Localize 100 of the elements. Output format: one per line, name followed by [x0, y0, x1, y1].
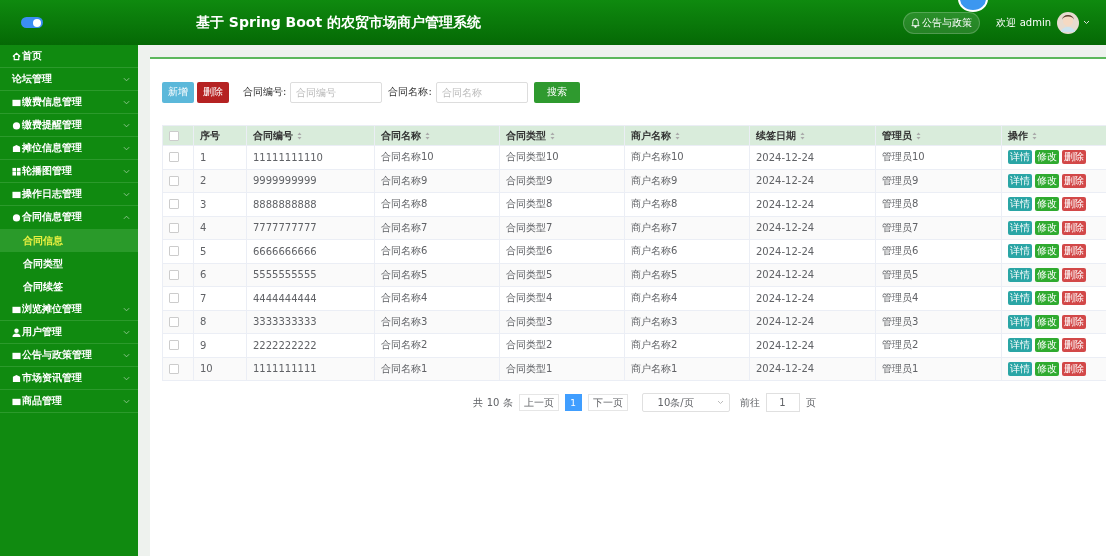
sort-icon[interactable]	[425, 131, 430, 140]
chevron-icon	[123, 145, 130, 151]
table-cell: 3333333333	[253, 316, 317, 328]
edit-button[interactable]: 修改	[1035, 267, 1059, 282]
table-cell: 商户名称4	[631, 292, 678, 304]
detail-button[interactable]: 详情	[1008, 220, 1032, 235]
sort-icon[interactable]	[800, 131, 805, 140]
sort-icon[interactable]	[1032, 131, 1037, 140]
column-header: 序号	[200, 128, 220, 143]
detail-button[interactable]: 详情	[1008, 267, 1032, 282]
checkbox[interactable]	[169, 363, 179, 374]
checkbox[interactable]	[169, 175, 179, 186]
sort-icon[interactable]	[297, 131, 302, 140]
menu-item[interactable]: 浏览摊位管理	[0, 298, 138, 321]
delete-button[interactable]: 删除	[197, 81, 229, 103]
avatar-icon[interactable]	[1057, 11, 1079, 34]
detail-button[interactable]: 详情	[1008, 338, 1032, 353]
column-header: 操作	[1008, 128, 1028, 143]
checkbox[interactable]	[169, 316, 179, 327]
edit-button[interactable]: 修改	[1035, 244, 1059, 259]
folder-icon	[12, 304, 21, 314]
edit-button[interactable]: 修改	[1035, 361, 1059, 376]
goto-label: 前往	[739, 395, 760, 410]
sort-icon[interactable]	[550, 131, 555, 140]
delete-button[interactable]: 删除	[1062, 291, 1086, 306]
menu-item[interactable]: 首页	[0, 45, 138, 68]
checkbox[interactable]	[169, 222, 179, 233]
next-page-button[interactable]: 下一页	[587, 394, 628, 411]
menu-item[interactable]: 操作日志管理	[0, 183, 138, 206]
delete-button[interactable]: 删除	[1062, 361, 1086, 376]
edit-button[interactable]: 修改	[1035, 173, 1059, 188]
detail-button[interactable]: 详情	[1008, 173, 1032, 188]
menu-label: 缴费信息管理	[22, 95, 83, 109]
detail-button[interactable]: 详情	[1008, 361, 1032, 376]
table-cell: 8	[200, 316, 207, 328]
search-button[interactable]: 搜索	[533, 81, 580, 103]
edit-button[interactable]: 修改	[1035, 197, 1059, 212]
menu-item[interactable]: 商品管理	[0, 390, 138, 413]
delete-button[interactable]: 删除	[1062, 338, 1086, 353]
checkbox[interactable]	[169, 269, 179, 280]
menu-item[interactable]: 市场资讯管理	[0, 367, 138, 390]
detail-button[interactable]: 详情	[1008, 291, 1032, 306]
table-cell: 3	[200, 198, 207, 210]
detail-button[interactable]: 详情	[1008, 244, 1032, 259]
menu-item[interactable]: 论坛管理	[0, 68, 138, 91]
table-cell: 管理员9	[882, 174, 919, 186]
submenu-item[interactable]: 合同续签	[0, 275, 138, 298]
menu-label: 轮播图管理	[22, 164, 73, 178]
edit-button[interactable]: 修改	[1035, 220, 1059, 235]
delete-button[interactable]: 删除	[1062, 220, 1086, 235]
filter-field[interactable]: 合同名称	[435, 81, 528, 103]
page-size-select[interactable]: 10条/页	[641, 393, 730, 412]
caret-icon	[1083, 20, 1090, 25]
sort-icon[interactable]	[675, 131, 680, 140]
detail-button[interactable]: 详情	[1008, 150, 1032, 165]
menu-label: 浏览摊位管理	[22, 302, 83, 316]
delete-button[interactable]: 删除	[1062, 314, 1086, 329]
delete-button[interactable]: 删除	[1062, 244, 1086, 259]
checkbox[interactable]	[169, 152, 179, 163]
table-cell: 8888888888	[253, 198, 317, 210]
page-number[interactable]: 1	[564, 394, 582, 411]
delete-button[interactable]: 删除	[1062, 150, 1086, 165]
delete-button[interactable]: 删除	[1062, 267, 1086, 282]
table-cell: 商户名称3	[631, 315, 678, 327]
edit-button[interactable]: 修改	[1035, 338, 1059, 353]
submenu-item[interactable]: 合同类型	[0, 252, 138, 275]
checkbox[interactable]	[169, 340, 179, 351]
toggle-switch[interactable]	[21, 17, 43, 28]
table-cell: 9999999999	[253, 175, 317, 187]
sort-icon[interactable]	[916, 131, 921, 140]
table-cell: 商户名称2	[631, 339, 678, 351]
checkbox[interactable]	[169, 199, 179, 210]
menu-item[interactable]: 用户管理	[0, 321, 138, 344]
filter-field[interactable]: 合同编号	[290, 81, 383, 103]
checkbox[interactable]	[169, 293, 179, 304]
menu-item[interactable]: 公告与政策管理	[0, 344, 138, 367]
menu-item[interactable]: 缴费信息管理	[0, 91, 138, 114]
checkbox[interactable]	[169, 246, 179, 257]
submenu-item[interactable]: 合同信息	[0, 229, 138, 252]
checkbox[interactable]	[169, 130, 179, 141]
home-icon	[12, 51, 21, 61]
menu-item[interactable]: 轮播图管理	[0, 160, 138, 183]
notice-button[interactable]: 公告与政策	[903, 11, 981, 34]
page-input[interactable]: 1	[765, 393, 800, 412]
table-cell: 合同类型10	[506, 151, 559, 163]
delete-button[interactable]: 删除	[1062, 173, 1086, 188]
menu-item[interactable]: 摊位信息管理	[0, 137, 138, 160]
edit-button[interactable]: 修改	[1035, 150, 1059, 165]
table-cell: 2024-12-24	[756, 316, 815, 328]
delete-button[interactable]: 删除	[1062, 197, 1086, 212]
table-cell: 合同类型2	[506, 339, 553, 351]
table-cell: 合同名称5	[381, 268, 428, 280]
prev-page-button[interactable]: 上一页	[518, 394, 559, 411]
edit-button[interactable]: 修改	[1035, 314, 1059, 329]
edit-button[interactable]: 修改	[1035, 291, 1059, 306]
add-button[interactable]: 新增	[162, 81, 194, 103]
detail-button[interactable]: 详情	[1008, 314, 1032, 329]
detail-button[interactable]: 详情	[1008, 197, 1032, 212]
column-header: 合同名称	[381, 128, 421, 143]
menu-item[interactable]: 缴费提醒管理	[0, 114, 138, 137]
